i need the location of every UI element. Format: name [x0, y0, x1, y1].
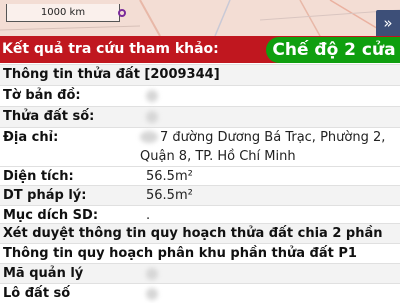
zone-planning-heading: Thông tin quy hoạch phân khu phần thửa đ… — [3, 246, 357, 261]
address-line-2: Quận 8, TP. Hồ Chí Minh — [140, 149, 296, 164]
address-label: Địa chỉ: — [3, 130, 59, 145]
parcel-section-title: Thông tin thửa đất [2009344] — [3, 67, 220, 82]
land-use-value: . — [146, 208, 151, 223]
legal-area-label: DT pháp lý: — [3, 188, 87, 203]
management-code-label: Mã quản lý — [3, 266, 84, 281]
lot-number-label: Lô đất số — [3, 286, 71, 301]
redacted-value — [146, 268, 158, 280]
parcel-number-label: Thửa đất số: — [3, 109, 95, 124]
redacted-value — [146, 90, 158, 102]
result-title: Kết quả tra cứu tham khảo: — [2, 41, 219, 57]
double-chevron-right-icon: » — [383, 14, 393, 32]
parcel-section-title-row: Thông tin thửa đất [2009344] — [0, 64, 400, 85]
land-use-label: Mục dích SD: — [3, 208, 99, 223]
table-row: Xét duyệt thông tin quy hoạch thửa đất c… — [0, 223, 400, 243]
table-row: DT pháp lý: 56.5m² — [0, 185, 400, 205]
area-label: Diện tích: — [3, 169, 74, 184]
table-row: Mã quản lý — [0, 263, 400, 283]
address-line-1: 7 đường Dương Bá Trạc, Phường 2, — [160, 130, 386, 145]
table-row: Mục dích SD: . — [0, 205, 400, 223]
legal-area-value: 56.5m² — [146, 188, 193, 203]
map-scale-bar: 1000 km — [6, 4, 120, 22]
table-row: Địa chỉ: 7 đường Dương Bá Trạc, Phường 2… — [0, 127, 400, 166]
table-row: Diện tích: 56.5m² — [0, 166, 400, 185]
redacted-value — [140, 131, 158, 143]
expand-panel-button[interactable]: » — [376, 10, 400, 36]
map-sheet-label: Tờ bản đồ: — [3, 88, 81, 103]
map-location-icon — [118, 9, 126, 17]
table-row: Thửa đất số: — [0, 106, 400, 127]
table-row: Lô đất số — [0, 283, 400, 303]
table-row: Thông tin quy hoạch phân khu phần thửa đ… — [0, 243, 400, 263]
result-header: Kết quả tra cứu tham khảo: Chế độ 2 cửa — [0, 36, 400, 63]
redacted-value — [146, 111, 158, 123]
map-strip[interactable]: 1000 km » — [0, 0, 400, 36]
two-door-mode-button[interactable]: Chế độ 2 cửa — [266, 37, 400, 63]
table-row: Tờ bản đồ: — [0, 85, 400, 106]
redacted-value — [146, 288, 158, 300]
area-value: 56.5m² — [146, 169, 193, 184]
planning-approval-heading: Xét duyệt thông tin quy hoạch thửa đất c… — [3, 226, 383, 241]
